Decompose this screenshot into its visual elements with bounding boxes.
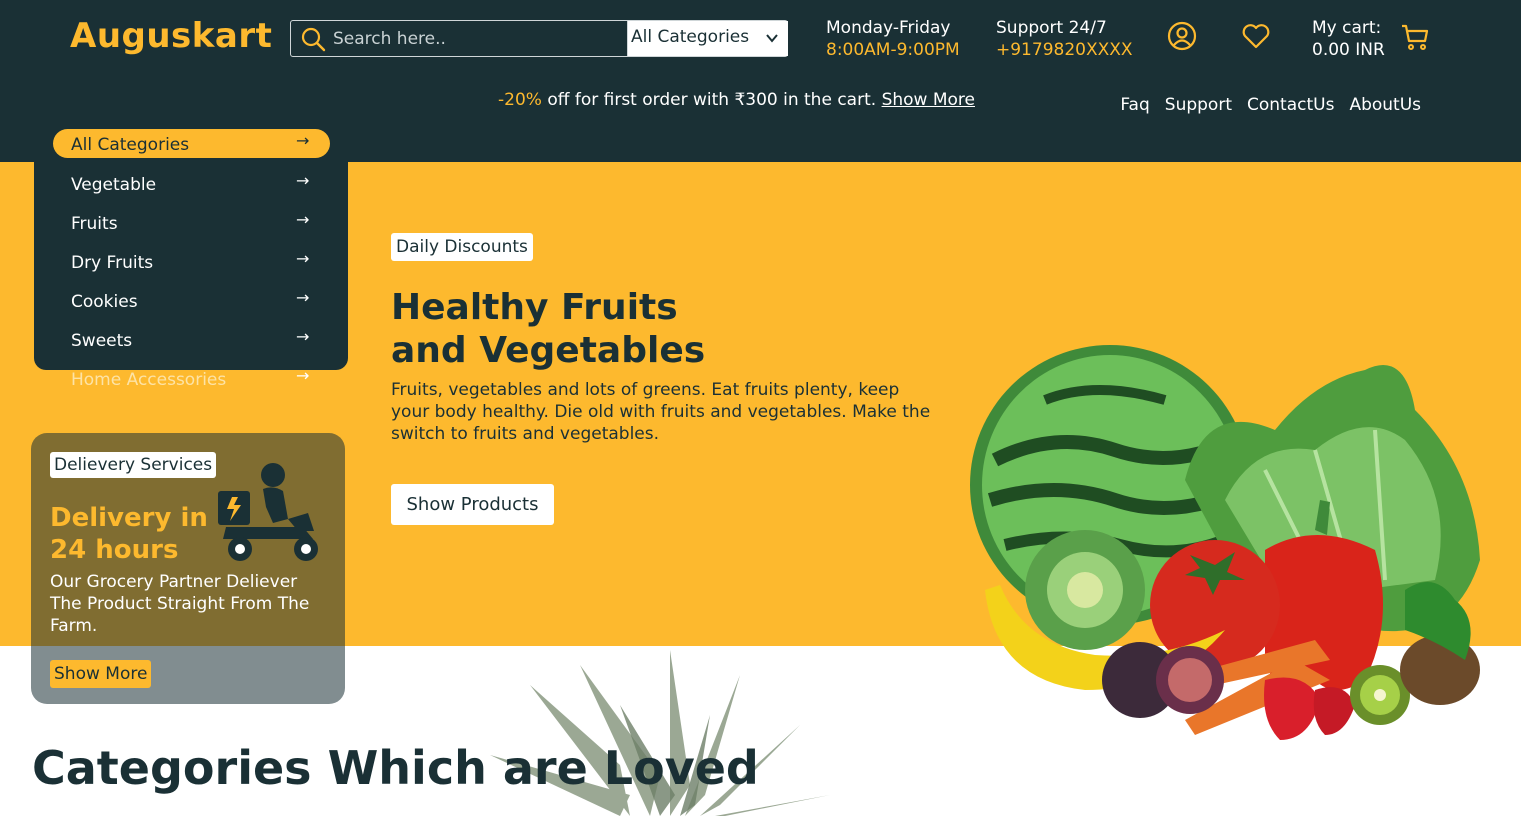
user-icon[interactable] (1167, 21, 1197, 51)
category-select[interactable]: All Categories (628, 21, 788, 56)
vegetables-image (970, 345, 1480, 740)
arrow-right-icon: → (296, 210, 310, 229)
promo-text: off for first order with ₹300 in the car… (541, 90, 882, 110)
top-nav: Faq Support ContactUs AboutUs (1120, 95, 1421, 115)
cart-label: My cart: (1312, 18, 1382, 38)
hours-value: 8:00AM-9:00PM (826, 40, 960, 60)
cart-icon[interactable] (1400, 22, 1430, 52)
hero-description: Fruits, vegetables and lots of greens. E… (391, 380, 931, 444)
delivery-scooter-icon (218, 463, 318, 561)
delivery-tag: Delievery Services (50, 452, 217, 478)
category-item-fruits[interactable]: Fruits (71, 214, 311, 234)
nav-contactus[interactable]: ContactUs (1247, 95, 1334, 115)
nav-aboutus[interactable]: AboutUs (1349, 95, 1421, 115)
arrow-right-icon: → (296, 288, 310, 307)
show-products-button[interactable]: Show Products (391, 484, 554, 525)
heart-icon[interactable] (1241, 21, 1271, 51)
category-item-dry-fruits[interactable]: Dry Fruits (71, 253, 311, 273)
hero-title: Healthy Fruits and Vegetables (391, 286, 791, 372)
delivery-title: Delivery in 24 hours (50, 503, 208, 565)
arrow-right-icon: → (296, 249, 310, 268)
search-bar: All Categories (290, 20, 788, 57)
arrow-right-icon: → (296, 366, 310, 385)
support-phone: +9179820XXXX (996, 40, 1133, 60)
category-item-home-accessories[interactable]: Home Accessories (71, 370, 311, 390)
nav-support[interactable]: Support (1165, 95, 1232, 115)
section-title: Categories Which are Loved (32, 741, 759, 795)
search-input[interactable] (333, 25, 623, 53)
hero-title-line1: Healthy Fruits (391, 287, 678, 328)
arrow-right-icon: → (296, 171, 310, 190)
promo-link[interactable]: Show More (882, 90, 975, 110)
chevron-down-icon (766, 34, 778, 43)
arrow-right-icon: → (296, 131, 310, 150)
cart-total: 0.00 INR (1312, 40, 1385, 60)
category-item-sweets[interactable]: Sweets (71, 331, 311, 351)
delivery-card: Delievery Services Delivery in 24 hours … (31, 433, 345, 704)
nav-faq[interactable]: Faq (1120, 95, 1149, 115)
delivery-description: Our Grocery Partner Deliever The Product… (50, 572, 310, 636)
category-item-cookies[interactable]: Cookies (71, 292, 311, 312)
daily-discounts-badge: Daily Discounts (391, 233, 533, 261)
hero-title-line2: and Vegetables (391, 330, 706, 371)
category-select-label: All Categories (631, 27, 750, 47)
brand-logo[interactable]: Auguskart (70, 16, 272, 56)
search-icon[interactable] (300, 26, 326, 52)
delivery-show-more-button[interactable]: Show More (50, 660, 152, 688)
category-item-vegetable[interactable]: Vegetable (71, 175, 311, 195)
support-info: Support 24/7 +9179820XXXX (996, 17, 1133, 61)
cart-summary[interactable]: My cart: 0.00 INR (1312, 17, 1385, 61)
arrow-right-icon: → (296, 327, 310, 346)
promo-banner: -20% off for first order with ₹300 in th… (498, 90, 975, 110)
promo-discount: -20% (498, 90, 542, 110)
category-item-all[interactable]: All Categories (71, 135, 311, 155)
hours-label: Monday-Friday (826, 18, 951, 38)
support-label: Support 24/7 (996, 18, 1107, 38)
opening-hours: Monday-Friday 8:00AM-9:00PM (826, 17, 960, 61)
